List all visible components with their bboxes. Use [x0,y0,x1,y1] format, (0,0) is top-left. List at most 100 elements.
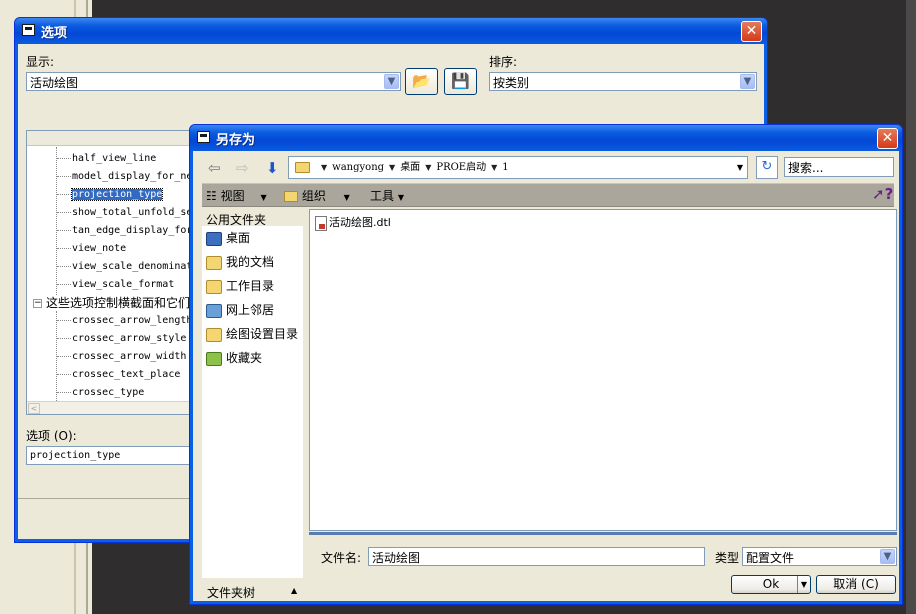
tree-item[interactable]: crossec_arrow_width [57,348,186,366]
refresh-icon: ↻ [761,159,773,174]
new-folder-icon [284,191,298,202]
close-button[interactable]: ✕ [877,128,898,149]
address-dropdown-icon[interactable]: ▼ [737,157,743,178]
save-as-title: 另存为 [216,133,256,148]
window-icon [22,24,35,36]
sidebar-item-drawing-setup[interactable]: 绘图设置目录 [206,323,298,345]
tree-item[interactable]: crossec_text_place [57,366,180,384]
tree-item-selected[interactable]: projection_type [57,186,164,204]
tree-item[interactable]: crossec_arrow_style [57,330,186,348]
back-icon[interactable]: ⇦ [208,159,221,177]
list-view-icon: ☷ [206,189,217,203]
tree-group-label: 这些选项控制横截面和它们 [46,296,191,310]
show-select-value: 活动绘图 [30,76,79,90]
views-menu[interactable]: ☷ 视图 ▼ [206,187,267,204]
tree-group[interactable]: − 这些选项控制横截面和它们 [33,294,190,312]
tree-item[interactable]: crossec_type [57,384,144,402]
address-segment[interactable]: PROE启动 [436,162,486,173]
window-icon [197,131,210,143]
horizontal-scrollbar[interactable]: < [27,401,205,414]
tree-item[interactable]: view_scale_format [57,276,174,294]
sidebar-item-label: 绘图设置目录 [226,327,299,341]
tools-menu[interactable]: 工具 ▼ [370,187,404,204]
documents-icon [206,255,222,270]
splitter[interactable] [309,532,897,535]
file-list[interactable]: 活动绘图.dtl [309,209,897,531]
sidebar-item-label: 收藏夹 [226,351,263,365]
chevron-down-icon: ▼ [397,193,404,202]
search-input[interactable]: 搜索... [784,157,894,177]
save-as-dialog: 另存为 ✕ ⇦ ⇨ ⬇ ▼ wangyong ▼ 桌面 ▼ PROE启动 ▼ 1 ▼ ↻ 搜索… [189,124,903,605]
tree-item[interactable]: half_view_line [57,150,156,168]
option-input[interactable]: projection_type [26,446,206,465]
save-config-button[interactable]: 💾 [444,68,477,95]
chevron-down-icon[interactable]: ▼ [491,163,497,172]
document-icon [315,215,327,231]
chevron-down-icon[interactable]: ▼ [740,74,755,89]
tree-item[interactable]: crossec_arrow_length [57,312,192,330]
scroll-left-icon[interactable]: < [28,403,40,414]
close-button[interactable]: ✕ [741,21,762,42]
sidebar-item-label: 工作目录 [226,279,275,293]
address-segment[interactable]: 桌面 [400,162,420,173]
cancel-button[interactable]: 取消 (C) [816,575,896,594]
sidebar-item-label: 桌面 [226,231,251,245]
tree-item[interactable]: model_display_for_ne [57,168,192,186]
file-name: 活动绘图.dtl [329,216,391,229]
tree-item[interactable]: view_scale_denominat [57,258,192,276]
save-icon: 💾 [451,72,470,90]
tree-item[interactable]: view_note [57,240,126,258]
chevron-down-icon[interactable]: ▼ [880,549,895,564]
background-scrollbar [906,0,916,614]
folder-icon [206,327,222,342]
ok-label: Ok [762,577,780,591]
sidebar-item-label: 网上邻居 [226,303,275,317]
sidebar-item-working-dir[interactable]: 工作目录 [206,275,274,297]
save-as-title-bar[interactable]: 另存为 ✕ [190,125,902,151]
help-icon[interactable]: ➚? [872,185,893,203]
options-tree[interactable]: half_view_line model_display_for_ne proj… [26,130,206,415]
type-select[interactable]: 配置文件 ▼ [742,547,897,566]
show-select[interactable]: 活动绘图 ▼ [26,72,401,91]
folder-tree-toggle[interactable]: 文件夹树 [207,584,255,601]
filename-input[interactable]: 活动绘图 [368,547,705,566]
tree-item[interactable]: tan_edge_display_for [57,222,192,240]
sort-label: 排序: [489,55,518,69]
chevron-down-icon: ▼ [343,193,350,202]
refresh-button[interactable]: ↻ [756,156,778,179]
organize-menu[interactable]: 组织 ▼ [284,187,350,204]
network-icon [206,303,222,318]
type-label: 类型 [715,551,740,565]
address-bar[interactable]: ▼ wangyong ▼ 桌面 ▼ PROE启动 ▼ 1 ▼ [288,156,748,179]
forward-icon[interactable]: ⇨ [236,159,249,177]
chevron-down-icon[interactable]: ▼ [321,163,327,172]
sidebar-heading: 公用文件夹 [206,213,267,227]
address-segment[interactable]: wangyong [332,162,384,173]
desktop-icon [206,231,222,246]
open-folder-button[interactable]: 📂 [405,68,438,95]
sidebar-item-desktop[interactable]: 桌面 [206,227,250,249]
sort-select[interactable]: 按类别 ▼ [489,72,757,91]
sidebar-item-favorites[interactable]: 收藏夹 [206,347,262,369]
file-item[interactable]: 活动绘图.dtl [315,214,391,231]
sidebar-item-documents[interactable]: 我的文档 [206,251,274,273]
up-arrow-icon[interactable]: ⬇ [266,159,279,177]
show-label: 显示: [26,55,55,69]
chevron-down-icon[interactable]: ▼ [384,74,399,89]
tree-item[interactable]: show_total_unfold_se [57,204,192,222]
options-title: 选项 [41,26,68,41]
common-folders-panel: 公用文件夹 桌面 我的文档 工作目录 网上邻居 绘图设置目录 收藏夹 [202,209,303,578]
ok-button[interactable]: Ok ▼ [731,575,811,594]
chevron-down-icon[interactable]: ▼ [425,163,431,172]
collapse-icon[interactable]: − [33,299,42,308]
chevron-up-icon[interactable]: ▲ [291,586,297,595]
chevron-down-icon[interactable]: ▼ [797,576,810,593]
options-title-bar[interactable]: 选项 ✕ [15,18,767,44]
chevron-down-icon[interactable]: ▼ [389,163,395,172]
tools-label: 工具 [370,189,395,203]
address-segment[interactable]: 1 [502,162,508,173]
folder-icon [295,161,310,173]
sidebar-item-network[interactable]: 网上邻居 [206,299,274,321]
filename-label: 文件名: [321,551,362,565]
open-folder-icon: 📂 [412,72,431,90]
